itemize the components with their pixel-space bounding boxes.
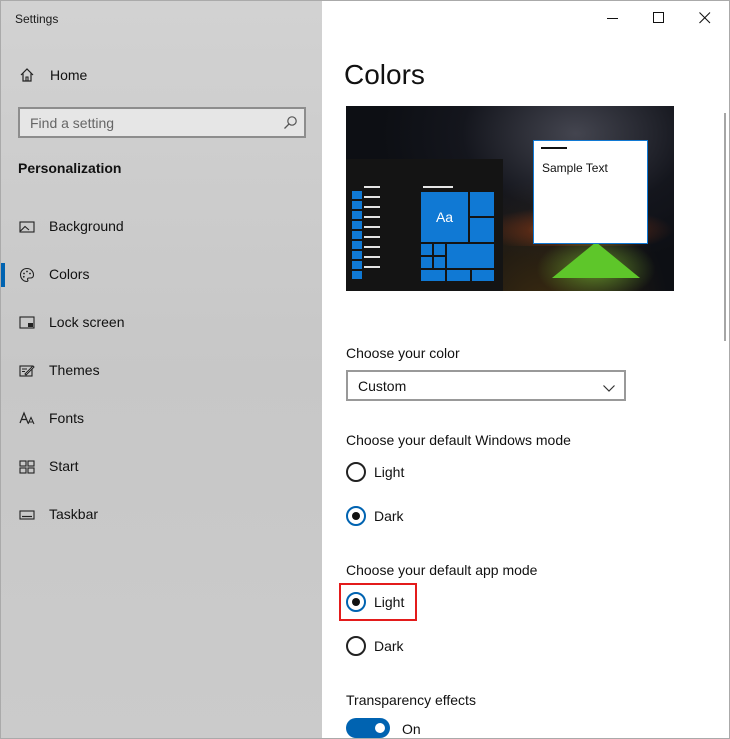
sidebar-item-themes[interactable]: Themes <box>1 351 322 391</box>
radio-circle[interactable] <box>346 592 366 612</box>
preview-tile <box>472 270 494 281</box>
palette-icon <box>19 267 35 283</box>
preview-start-rail <box>352 191 362 281</box>
app-title: Settings <box>15 12 59 26</box>
sidebar-item-fonts[interactable]: Fonts <box>1 399 322 439</box>
preview-sample-window: Sample Text <box>533 140 648 244</box>
preview-sample-bar <box>541 147 567 149</box>
sidebar-item-colors[interactable]: Colors <box>1 255 322 295</box>
search-icon[interactable] <box>283 115 298 130</box>
page-title: Colors <box>344 59 425 90</box>
dropdown-value: Custom <box>358 378 407 394</box>
color-preview: Aa Sample Text <box>346 106 674 291</box>
scrollbar[interactable] <box>724 113 726 341</box>
minimize-button[interactable] <box>590 3 636 33</box>
preview-tile <box>470 218 494 242</box>
toggle-state-label: On <box>402 721 421 737</box>
sidebar-item-taskbar[interactable]: Taskbar <box>1 495 322 535</box>
radio-label: Light <box>374 464 405 480</box>
app-mode-label: Choose your default app mode <box>346 562 538 578</box>
sidebar-item-label: Taskbar <box>49 506 99 522</box>
content-pane: Colors Aa Sample Text Choose your color … <box>322 1 729 738</box>
radio-dot <box>352 598 360 606</box>
preview-start-lines <box>364 186 380 276</box>
start-icon <box>19 459 35 475</box>
home-nav-item[interactable]: Home <box>1 59 322 91</box>
sidebar: Settings Home Personalization Background <box>1 1 322 738</box>
toggle-knob <box>375 723 385 733</box>
windows-mode-light-radio[interactable]: Light <box>346 460 546 484</box>
radio-circle[interactable] <box>346 462 366 482</box>
section-title: Personalization <box>18 160 122 176</box>
fonts-icon <box>19 411 35 427</box>
preview-tile <box>447 244 494 268</box>
preview-sample-text: Sample Text <box>542 161 608 175</box>
preview-tile <box>421 257 432 268</box>
sidebar-item-label: Background <box>49 218 124 234</box>
radio-circle[interactable] <box>346 506 366 526</box>
radio-dot <box>352 512 360 520</box>
taskbar-icon <box>19 507 35 523</box>
radio-label: Dark <box>374 508 404 524</box>
search-input[interactable] <box>20 109 304 136</box>
themes-icon <box>19 363 35 379</box>
transparency-label: Transparency effects <box>346 692 476 708</box>
choose-color-label: Choose your color <box>346 345 460 361</box>
preview-tile <box>470 192 494 216</box>
preview-tile <box>447 270 470 281</box>
preview-tile <box>434 244 445 255</box>
selected-indicator <box>1 263 5 287</box>
sidebar-item-label: Colors <box>49 266 90 282</box>
home-label: Home <box>50 67 88 83</box>
lock-screen-icon <box>19 315 35 331</box>
choose-color-dropdown[interactable]: Custom <box>346 370 626 401</box>
preview-tile-large: Aa <box>421 192 468 242</box>
radio-label: Light <box>374 594 405 610</box>
sidebar-item-background[interactable]: Background <box>1 207 322 247</box>
maximize-icon <box>653 12 664 23</box>
close-icon <box>699 12 711 24</box>
sidebar-item-label: Fonts <box>49 410 85 426</box>
minimize-icon <box>607 18 618 19</box>
preview-tent <box>552 242 640 278</box>
close-button[interactable] <box>682 3 728 33</box>
app-mode-dark-radio[interactable]: Dark <box>346 634 546 658</box>
sidebar-item-label: Lock screen <box>49 314 125 330</box>
sidebar-item-label: Themes <box>49 362 100 378</box>
transparency-toggle[interactable] <box>346 718 390 738</box>
preview-tile <box>421 244 432 255</box>
maximize-button[interactable] <box>636 3 682 33</box>
home-icon <box>19 67 35 83</box>
radio-circle[interactable] <box>346 636 366 656</box>
windows-mode-dark-radio[interactable]: Dark <box>346 504 546 528</box>
picture-icon <box>19 219 35 235</box>
preview-tile <box>434 257 445 268</box>
preview-tile-text: Aa <box>435 209 454 225</box>
preview-start-menu: Aa <box>346 159 503 291</box>
app-mode-light-radio[interactable]: Light <box>346 590 546 614</box>
sidebar-item-start[interactable]: Start <box>1 447 322 487</box>
sidebar-item-label: Start <box>49 458 79 474</box>
preview-tiles-header <box>423 186 453 188</box>
search-box[interactable] <box>18 107 306 138</box>
settings-window: Settings Home Personalization Background <box>0 0 730 739</box>
radio-label: Dark <box>374 638 404 654</box>
sidebar-item-lock-screen[interactable]: Lock screen <box>1 303 322 343</box>
windows-mode-label: Choose your default Windows mode <box>346 432 571 448</box>
chevron-down-icon <box>603 380 615 392</box>
preview-tile <box>421 270 445 281</box>
